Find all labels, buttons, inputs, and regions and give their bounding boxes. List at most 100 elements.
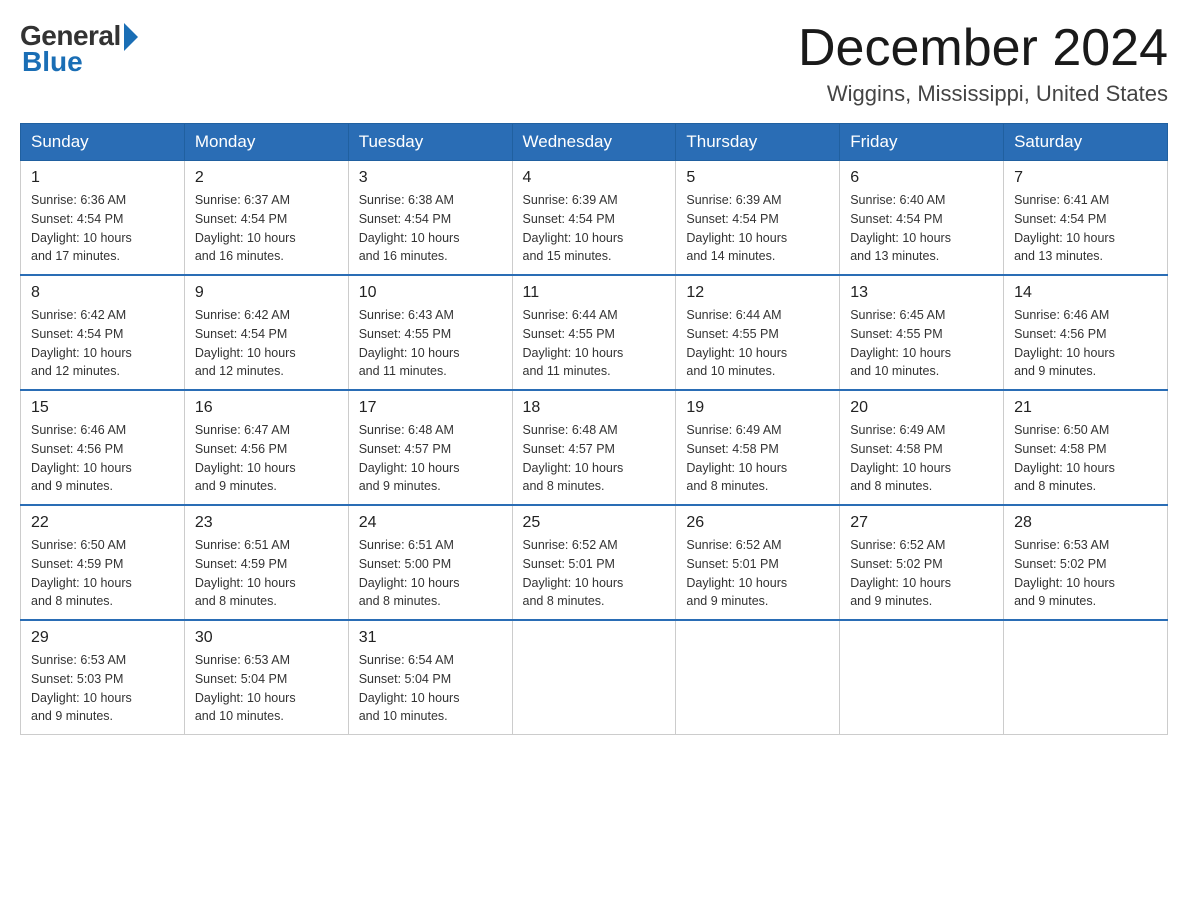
calendar-table: Sunday Monday Tuesday Wednesday Thursday… (20, 123, 1168, 735)
day-number: 6 (850, 169, 993, 187)
table-cell: 15 Sunrise: 6:46 AM Sunset: 4:56 PM Dayl… (21, 390, 185, 505)
week-row-1: 1 Sunrise: 6:36 AM Sunset: 4:54 PM Dayli… (21, 161, 1168, 276)
day-info: Sunrise: 6:48 AM Sunset: 4:57 PM Dayligh… (359, 421, 502, 496)
day-info: Sunrise: 6:45 AM Sunset: 4:55 PM Dayligh… (850, 306, 993, 381)
day-number: 21 (1014, 399, 1157, 417)
day-info: Sunrise: 6:50 AM Sunset: 4:59 PM Dayligh… (31, 536, 174, 611)
day-info: Sunrise: 6:43 AM Sunset: 4:55 PM Dayligh… (359, 306, 502, 381)
location-title: Wiggins, Mississippi, United States (798, 81, 1168, 107)
day-info: Sunrise: 6:54 AM Sunset: 5:04 PM Dayligh… (359, 651, 502, 726)
day-info: Sunrise: 6:52 AM Sunset: 5:01 PM Dayligh… (523, 536, 666, 611)
day-number: 4 (523, 169, 666, 187)
table-cell: 30 Sunrise: 6:53 AM Sunset: 5:04 PM Dayl… (184, 620, 348, 735)
table-cell (512, 620, 676, 735)
day-info: Sunrise: 6:49 AM Sunset: 4:58 PM Dayligh… (850, 421, 993, 496)
day-number: 20 (850, 399, 993, 417)
weekday-header-row: Sunday Monday Tuesday Wednesday Thursday… (21, 124, 1168, 161)
table-cell: 8 Sunrise: 6:42 AM Sunset: 4:54 PM Dayli… (21, 275, 185, 390)
table-cell: 29 Sunrise: 6:53 AM Sunset: 5:03 PM Dayl… (21, 620, 185, 735)
table-cell: 16 Sunrise: 6:47 AM Sunset: 4:56 PM Dayl… (184, 390, 348, 505)
table-cell: 14 Sunrise: 6:46 AM Sunset: 4:56 PM Dayl… (1004, 275, 1168, 390)
day-number: 31 (359, 629, 502, 647)
table-cell: 22 Sunrise: 6:50 AM Sunset: 4:59 PM Dayl… (21, 505, 185, 620)
table-cell: 28 Sunrise: 6:53 AM Sunset: 5:02 PM Dayl… (1004, 505, 1168, 620)
table-cell (676, 620, 840, 735)
day-number: 25 (523, 514, 666, 532)
header-wednesday: Wednesday (512, 124, 676, 161)
day-number: 11 (523, 284, 666, 302)
logo: General Blue (20, 20, 138, 78)
table-cell: 3 Sunrise: 6:38 AM Sunset: 4:54 PM Dayli… (348, 161, 512, 276)
page-header: General Blue December 2024 Wiggins, Miss… (20, 20, 1168, 107)
day-info: Sunrise: 6:52 AM Sunset: 5:02 PM Dayligh… (850, 536, 993, 611)
day-info: Sunrise: 6:46 AM Sunset: 4:56 PM Dayligh… (1014, 306, 1157, 381)
table-cell: 31 Sunrise: 6:54 AM Sunset: 5:04 PM Dayl… (348, 620, 512, 735)
day-number: 23 (195, 514, 338, 532)
day-number: 29 (31, 629, 174, 647)
day-info: Sunrise: 6:42 AM Sunset: 4:54 PM Dayligh… (195, 306, 338, 381)
day-info: Sunrise: 6:50 AM Sunset: 4:58 PM Dayligh… (1014, 421, 1157, 496)
day-info: Sunrise: 6:53 AM Sunset: 5:04 PM Dayligh… (195, 651, 338, 726)
day-number: 30 (195, 629, 338, 647)
day-info: Sunrise: 6:37 AM Sunset: 4:54 PM Dayligh… (195, 191, 338, 266)
day-info: Sunrise: 6:39 AM Sunset: 4:54 PM Dayligh… (523, 191, 666, 266)
table-cell: 23 Sunrise: 6:51 AM Sunset: 4:59 PM Dayl… (184, 505, 348, 620)
table-cell: 2 Sunrise: 6:37 AM Sunset: 4:54 PM Dayli… (184, 161, 348, 276)
week-row-3: 15 Sunrise: 6:46 AM Sunset: 4:56 PM Dayl… (21, 390, 1168, 505)
day-info: Sunrise: 6:51 AM Sunset: 5:00 PM Dayligh… (359, 536, 502, 611)
table-cell: 1 Sunrise: 6:36 AM Sunset: 4:54 PM Dayli… (21, 161, 185, 276)
day-info: Sunrise: 6:36 AM Sunset: 4:54 PM Dayligh… (31, 191, 174, 266)
table-cell: 27 Sunrise: 6:52 AM Sunset: 5:02 PM Dayl… (840, 505, 1004, 620)
day-info: Sunrise: 6:53 AM Sunset: 5:02 PM Dayligh… (1014, 536, 1157, 611)
day-info: Sunrise: 6:44 AM Sunset: 4:55 PM Dayligh… (686, 306, 829, 381)
table-cell (1004, 620, 1168, 735)
day-number: 26 (686, 514, 829, 532)
table-cell: 18 Sunrise: 6:48 AM Sunset: 4:57 PM Dayl… (512, 390, 676, 505)
day-number: 12 (686, 284, 829, 302)
day-number: 13 (850, 284, 993, 302)
logo-blue-text: Blue (20, 46, 83, 78)
day-number: 18 (523, 399, 666, 417)
day-number: 14 (1014, 284, 1157, 302)
day-number: 19 (686, 399, 829, 417)
day-number: 10 (359, 284, 502, 302)
day-number: 15 (31, 399, 174, 417)
day-number: 16 (195, 399, 338, 417)
table-cell: 20 Sunrise: 6:49 AM Sunset: 4:58 PM Dayl… (840, 390, 1004, 505)
day-number: 8 (31, 284, 174, 302)
header-sunday: Sunday (21, 124, 185, 161)
table-cell: 19 Sunrise: 6:49 AM Sunset: 4:58 PM Dayl… (676, 390, 840, 505)
day-number: 2 (195, 169, 338, 187)
day-info: Sunrise: 6:51 AM Sunset: 4:59 PM Dayligh… (195, 536, 338, 611)
day-info: Sunrise: 6:52 AM Sunset: 5:01 PM Dayligh… (686, 536, 829, 611)
table-cell: 5 Sunrise: 6:39 AM Sunset: 4:54 PM Dayli… (676, 161, 840, 276)
table-cell: 6 Sunrise: 6:40 AM Sunset: 4:54 PM Dayli… (840, 161, 1004, 276)
day-number: 17 (359, 399, 502, 417)
table-cell: 7 Sunrise: 6:41 AM Sunset: 4:54 PM Dayli… (1004, 161, 1168, 276)
day-info: Sunrise: 6:46 AM Sunset: 4:56 PM Dayligh… (31, 421, 174, 496)
day-info: Sunrise: 6:41 AM Sunset: 4:54 PM Dayligh… (1014, 191, 1157, 266)
day-info: Sunrise: 6:47 AM Sunset: 4:56 PM Dayligh… (195, 421, 338, 496)
day-number: 3 (359, 169, 502, 187)
day-number: 1 (31, 169, 174, 187)
header-tuesday: Tuesday (348, 124, 512, 161)
month-title: December 2024 (798, 20, 1168, 77)
table-cell: 25 Sunrise: 6:52 AM Sunset: 5:01 PM Dayl… (512, 505, 676, 620)
day-info: Sunrise: 6:48 AM Sunset: 4:57 PM Dayligh… (523, 421, 666, 496)
week-row-4: 22 Sunrise: 6:50 AM Sunset: 4:59 PM Dayl… (21, 505, 1168, 620)
day-info: Sunrise: 6:53 AM Sunset: 5:03 PM Dayligh… (31, 651, 174, 726)
day-number: 22 (31, 514, 174, 532)
table-cell: 4 Sunrise: 6:39 AM Sunset: 4:54 PM Dayli… (512, 161, 676, 276)
header-thursday: Thursday (676, 124, 840, 161)
table-cell: 11 Sunrise: 6:44 AM Sunset: 4:55 PM Dayl… (512, 275, 676, 390)
table-cell: 26 Sunrise: 6:52 AM Sunset: 5:01 PM Dayl… (676, 505, 840, 620)
header-friday: Friday (840, 124, 1004, 161)
table-cell: 13 Sunrise: 6:45 AM Sunset: 4:55 PM Dayl… (840, 275, 1004, 390)
day-number: 5 (686, 169, 829, 187)
header-saturday: Saturday (1004, 124, 1168, 161)
day-info: Sunrise: 6:38 AM Sunset: 4:54 PM Dayligh… (359, 191, 502, 266)
day-info: Sunrise: 6:49 AM Sunset: 4:58 PM Dayligh… (686, 421, 829, 496)
table-cell: 24 Sunrise: 6:51 AM Sunset: 5:00 PM Dayl… (348, 505, 512, 620)
day-number: 7 (1014, 169, 1157, 187)
day-info: Sunrise: 6:40 AM Sunset: 4:54 PM Dayligh… (850, 191, 993, 266)
